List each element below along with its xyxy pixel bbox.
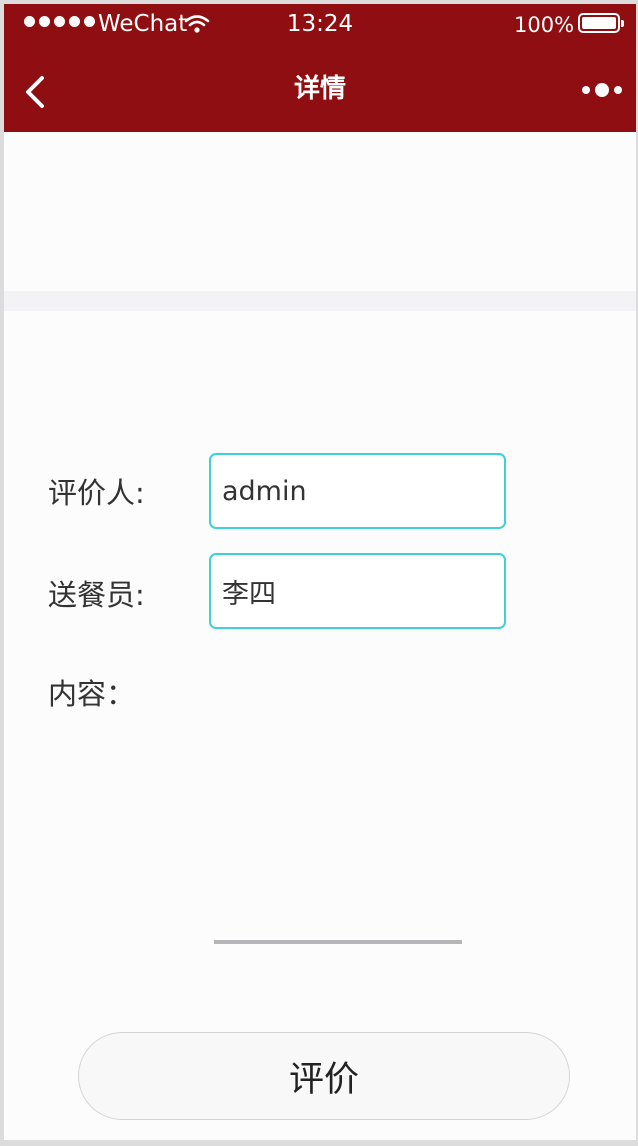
reviewer-label: 评价人: bbox=[48, 476, 145, 510]
more-icon[interactable] bbox=[580, 82, 624, 98]
page-title: 详情 bbox=[293, 74, 346, 104]
status-bar: WeChat 13:24 100% bbox=[4, 4, 636, 44]
content-input-underline[interactable] bbox=[214, 940, 462, 944]
phone-screen: WeChat 13:24 100% 详情 评价人: admin 送餐员: 李四 … bbox=[4, 4, 636, 1140]
courier-label: 送餐员: bbox=[48, 578, 145, 612]
battery-percentage: 100% bbox=[514, 13, 575, 37]
navigation-bar: 详情 bbox=[4, 44, 636, 132]
submit-review-button[interactable]: 评价 bbox=[78, 1032, 570, 1120]
content-label: 内容： bbox=[48, 677, 136, 711]
section-divider bbox=[4, 291, 636, 311]
reviewer-field[interactable]: admin bbox=[209, 453, 506, 529]
courier-field[interactable]: 李四 bbox=[209, 553, 506, 629]
reviewer-value: admin bbox=[222, 475, 307, 507]
courier-value: 李四 bbox=[222, 578, 276, 610]
battery-icon bbox=[578, 13, 624, 33]
